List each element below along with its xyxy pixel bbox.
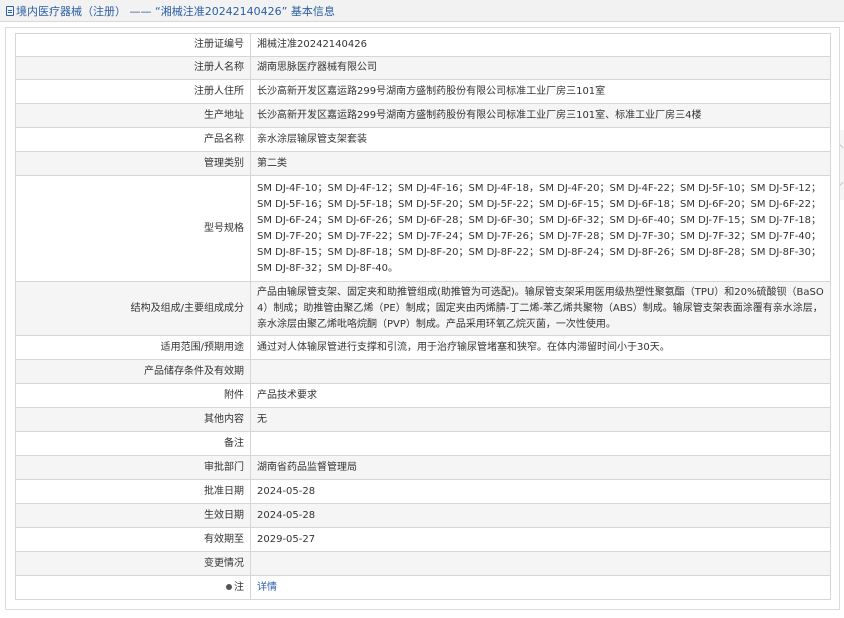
note-label: 注 (234, 581, 244, 593)
row-label: 管理类别 (15, 151, 251, 176)
row-value (250, 431, 831, 456)
row-label: 批准日期 (15, 479, 251, 504)
info-table: 注册证编号 湘械注准20242140426 注册人名称 湖南思脉医疗器械有限公司… (15, 33, 831, 600)
row-label: 型号规格 (15, 175, 251, 282)
row-label: 生产地址 (15, 103, 251, 128)
row-label: 备注 (15, 431, 251, 456)
table-row: 结构及组成/主要组成成分 产品由输尿管支架、固定夹和助推管组成(助推管为可选配)… (15, 281, 831, 336)
row-label: 注册人住所 (15, 79, 251, 104)
note-value-cell: 详情 (250, 575, 831, 600)
row-value: 产品技术要求 (250, 383, 831, 408)
row-label: 变更情况 (15, 551, 251, 576)
table-row: 变更情况 (15, 551, 831, 576)
row-value: 第二类 (250, 151, 831, 176)
table-row: 注册证编号 湘械注准20242140426 (15, 33, 831, 57)
details-link[interactable]: 详情 (257, 582, 277, 593)
row-label: 结构及组成/主要组成成分 (15, 281, 251, 336)
table-row: 管理类别 第二类 (15, 151, 831, 176)
table-row: 审批部门 湖南省药品监督管理局 (15, 455, 831, 480)
document-icon (6, 5, 14, 16)
row-value: 2024-05-28 (250, 479, 831, 504)
page-title: 境内医疗器械（注册） —— “湘械注准20242140426” 基本信息 (16, 4, 335, 18)
table-row: 注册人名称 湖南思脉医疗器械有限公司 (15, 56, 831, 80)
table-row: 其他内容 无 (15, 407, 831, 432)
row-value (250, 551, 831, 576)
row-value: 2024-05-28 (250, 503, 831, 528)
table-row: 备注 (15, 431, 831, 456)
table-row: 产品储存条件及有效期 (15, 359, 831, 384)
table-row: 适用范围/预期用途 通过对人体输尿管进行支撑和引流，用于治疗输尿管堵塞和狭窄。在… (15, 335, 831, 360)
row-value: SM DJ-4F-10；SM DJ-4F-12；SM DJ-4F-16；SM D… (250, 175, 831, 282)
table-row: 附件 产品技术要求 (15, 383, 831, 408)
row-value: 2029-05-27 (250, 527, 831, 552)
row-label: 注册证编号 (15, 33, 251, 57)
row-value: 无 (250, 407, 831, 432)
row-label: 生效日期 (15, 503, 251, 528)
table-row: 生效日期 2024-05-28 (15, 503, 831, 528)
table-row: 型号规格 SM DJ-4F-10；SM DJ-4F-12；SM DJ-4F-16… (15, 175, 831, 282)
row-value: 通过对人体输尿管进行支撑和引流，用于治疗输尿管堵塞和狭窄。在体内滞留时间小于30… (250, 335, 831, 360)
pin-icon (226, 583, 232, 590)
table-row: 注册人住所 长沙高新开发区嘉运路299号湖南方盛制药股份有限公司标准工业厂房三1… (15, 79, 831, 104)
table-row: 生产地址 长沙高新开发区嘉运路299号湖南方盛制药股份有限公司标准工业厂房三10… (15, 103, 831, 128)
table-row: 注 详情 (15, 575, 831, 600)
row-value: 湘械注准20242140426 (250, 33, 831, 57)
table-row: 产品名称 亲水涂层输尿管支架套装 (15, 127, 831, 152)
row-value: 长沙高新开发区嘉运路299号湖南方盛制药股份有限公司标准工业厂房三101室 (250, 79, 831, 104)
table-row: 有效期至 2029-05-27 (15, 527, 831, 552)
row-value: 湖南思脉医疗器械有限公司 (250, 56, 831, 80)
row-label: 产品储存条件及有效期 (15, 359, 251, 384)
row-label: 有效期至 (15, 527, 251, 552)
page-header: 境内医疗器械（注册） —— “湘械注准20242140426” 基本信息 (0, 0, 844, 22)
row-value: 湖南省药品监督管理局 (250, 455, 831, 480)
row-value: 产品由输尿管支架、固定夹和助推管组成(助推管为可选配)。输尿管支架采用医用级热塑… (250, 281, 831, 336)
row-label: 适用范围/预期用途 (15, 335, 251, 360)
row-value: 亲水涂层输尿管支架套装 (250, 127, 831, 152)
row-label: 注册人名称 (15, 56, 251, 80)
row-value: 长沙高新开发区嘉运路299号湖南方盛制药股份有限公司标准工业厂房三101室、标准… (250, 103, 831, 128)
row-value (250, 359, 831, 384)
note-label-cell: 注 (15, 575, 251, 600)
row-label: 附件 (15, 383, 251, 408)
row-label: 审批部门 (15, 455, 251, 480)
table-row: 批准日期 2024-05-28 (15, 479, 831, 504)
row-label: 产品名称 (15, 127, 251, 152)
row-label: 其他内容 (15, 407, 251, 432)
